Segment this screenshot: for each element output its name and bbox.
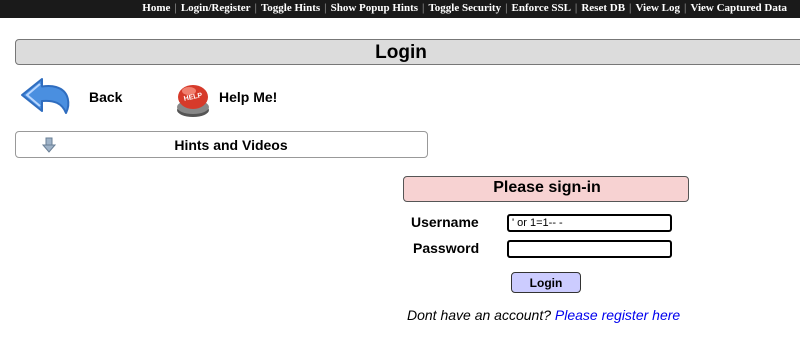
hints-and-videos-toggle[interactable]: Hints and Videos — [15, 131, 428, 158]
register-prompt: Dont have an account? Please register he… — [407, 307, 680, 323]
page-title: Login — [375, 42, 427, 63]
signin-heading: Please sign-in — [493, 179, 601, 196]
hints-label: Hints and Videos — [174, 137, 288, 153]
nav-view-captured-data[interactable]: View Captured Data — [687, 2, 790, 14]
register-prompt-text: Dont have an account? — [407, 307, 555, 323]
username-input[interactable] — [507, 214, 672, 232]
top-navigation-bar: Home | Login/Register | Toggle Hints | Show Po… — [0, 0, 800, 18]
nav-login-register[interactable]: Login/Register — [178, 2, 254, 14]
help-me-link[interactable]: Help Me! — [219, 89, 277, 105]
register-link[interactable]: Please register here — [555, 307, 680, 323]
nav-view-log[interactable]: View Log — [632, 2, 683, 14]
page-title-bar: Login — [15, 39, 800, 65]
nav-enforce-ssl[interactable]: Enforce SSL — [509, 2, 574, 14]
back-link[interactable]: Back — [89, 89, 122, 105]
nav-toggle-security[interactable]: Toggle Security — [425, 2, 504, 14]
password-label: Password — [413, 240, 480, 256]
username-label: Username — [411, 214, 479, 230]
help-button-icon[interactable]: HELP — [173, 80, 213, 120]
back-arrow-icon[interactable] — [18, 73, 76, 123]
nav-reset-db[interactable]: Reset DB — [578, 2, 628, 14]
nav-toggle-hints[interactable]: Toggle Hints — [258, 2, 323, 14]
top-menu: Home | Login/Register | Toggle Hints | Show Po… — [139, 0, 790, 18]
login-button[interactable]: Login — [511, 272, 581, 293]
nav-separator: | — [505, 2, 508, 14]
nav-home[interactable]: Home — [139, 2, 173, 14]
password-input[interactable] — [507, 240, 672, 258]
nav-separator: | — [324, 2, 327, 14]
nav-show-popup-hints[interactable]: Show Popup Hints — [328, 2, 421, 14]
signin-heading-box: Please sign-in — [403, 176, 689, 202]
